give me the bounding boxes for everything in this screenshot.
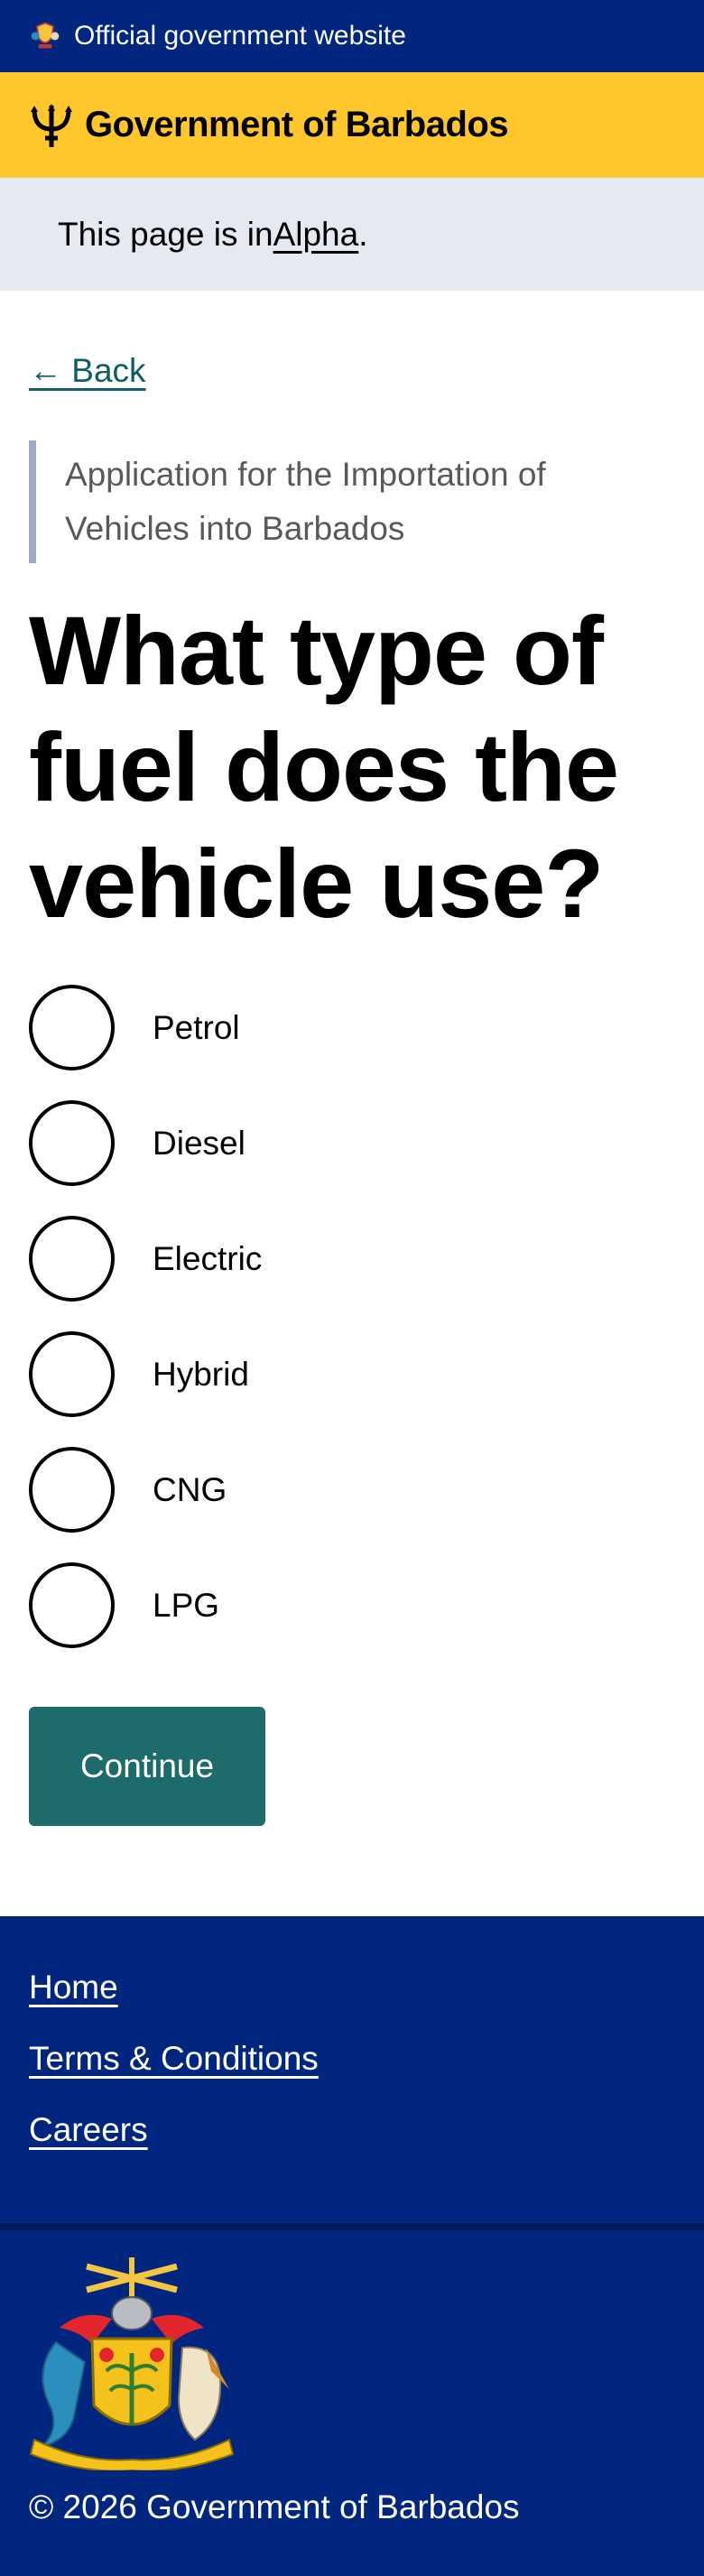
phase-prefix: This page is in bbox=[58, 215, 273, 253]
radio-button[interactable] bbox=[29, 1216, 115, 1302]
radio-button[interactable] bbox=[29, 1100, 115, 1186]
radio-label[interactable]: Diesel bbox=[153, 1125, 245, 1163]
radio-label[interactable]: Electric bbox=[153, 1240, 262, 1278]
fuel-type-radio-group: Petrol Diesel Electric Hybrid CNG LPG bbox=[29, 985, 675, 1648]
back-link[interactable]: ← Back bbox=[29, 352, 146, 390]
official-site-banner: Official government website bbox=[0, 0, 704, 72]
copyright-text: © 2026 Government of Barbados bbox=[29, 2488, 520, 2525]
form-caption: Application for the Importation of Vehic… bbox=[29, 440, 675, 563]
trident-icon bbox=[31, 103, 72, 147]
government-header: Government of Barbados bbox=[0, 72, 704, 178]
radio-option-petrol[interactable]: Petrol bbox=[29, 985, 675, 1070]
page-title: What type of fuel does the vehicle use? bbox=[29, 596, 619, 938]
phase-link[interactable]: Alpha bbox=[273, 216, 359, 254]
footer-link-careers[interactable]: Careers bbox=[29, 2111, 148, 2149]
continue-button[interactable]: Continue bbox=[29, 1707, 265, 1826]
barbados-crest-icon bbox=[31, 22, 60, 49]
radio-label[interactable]: CNG bbox=[153, 1471, 227, 1509]
radio-option-electric[interactable]: Electric bbox=[29, 1216, 675, 1302]
official-site-text: Official government website bbox=[74, 21, 406, 51]
radio-button[interactable] bbox=[29, 1331, 115, 1417]
radio-label[interactable]: LPG bbox=[153, 1587, 219, 1625]
footer-link-terms[interactable]: Terms & Conditions bbox=[29, 2040, 319, 2078]
site-footer: Home Terms & Conditions Careers © 2026 G… bbox=[0, 1916, 704, 2576]
radio-button[interactable] bbox=[29, 1447, 115, 1533]
radio-option-cng[interactable]: CNG bbox=[29, 1447, 675, 1533]
radio-button[interactable] bbox=[29, 985, 115, 1070]
radio-label[interactable]: Petrol bbox=[153, 1009, 240, 1047]
footer-nav: Home Terms & Conditions Careers bbox=[0, 1916, 704, 2223]
main-content: ← Back Application for the Importation o… bbox=[0, 291, 704, 1826]
radio-option-hybrid[interactable]: Hybrid bbox=[29, 1331, 675, 1417]
radio-label[interactable]: Hybrid bbox=[153, 1356, 249, 1394]
footer-divider bbox=[0, 2223, 704, 2230]
phase-suffix: . bbox=[358, 215, 368, 253]
government-home-link[interactable]: Government of Barbados bbox=[85, 105, 509, 145]
footer-link-home[interactable]: Home bbox=[29, 1969, 118, 2006]
phase-banner: This page is in Alpha. bbox=[0, 178, 704, 291]
footer-bottom: © 2026 Government of Barbados bbox=[0, 2230, 704, 2526]
radio-option-lpg[interactable]: LPG bbox=[29, 1562, 675, 1648]
coat-of-arms-icon bbox=[29, 2257, 235, 2470]
radio-option-diesel[interactable]: Diesel bbox=[29, 1100, 675, 1186]
radio-button[interactable] bbox=[29, 1562, 115, 1648]
